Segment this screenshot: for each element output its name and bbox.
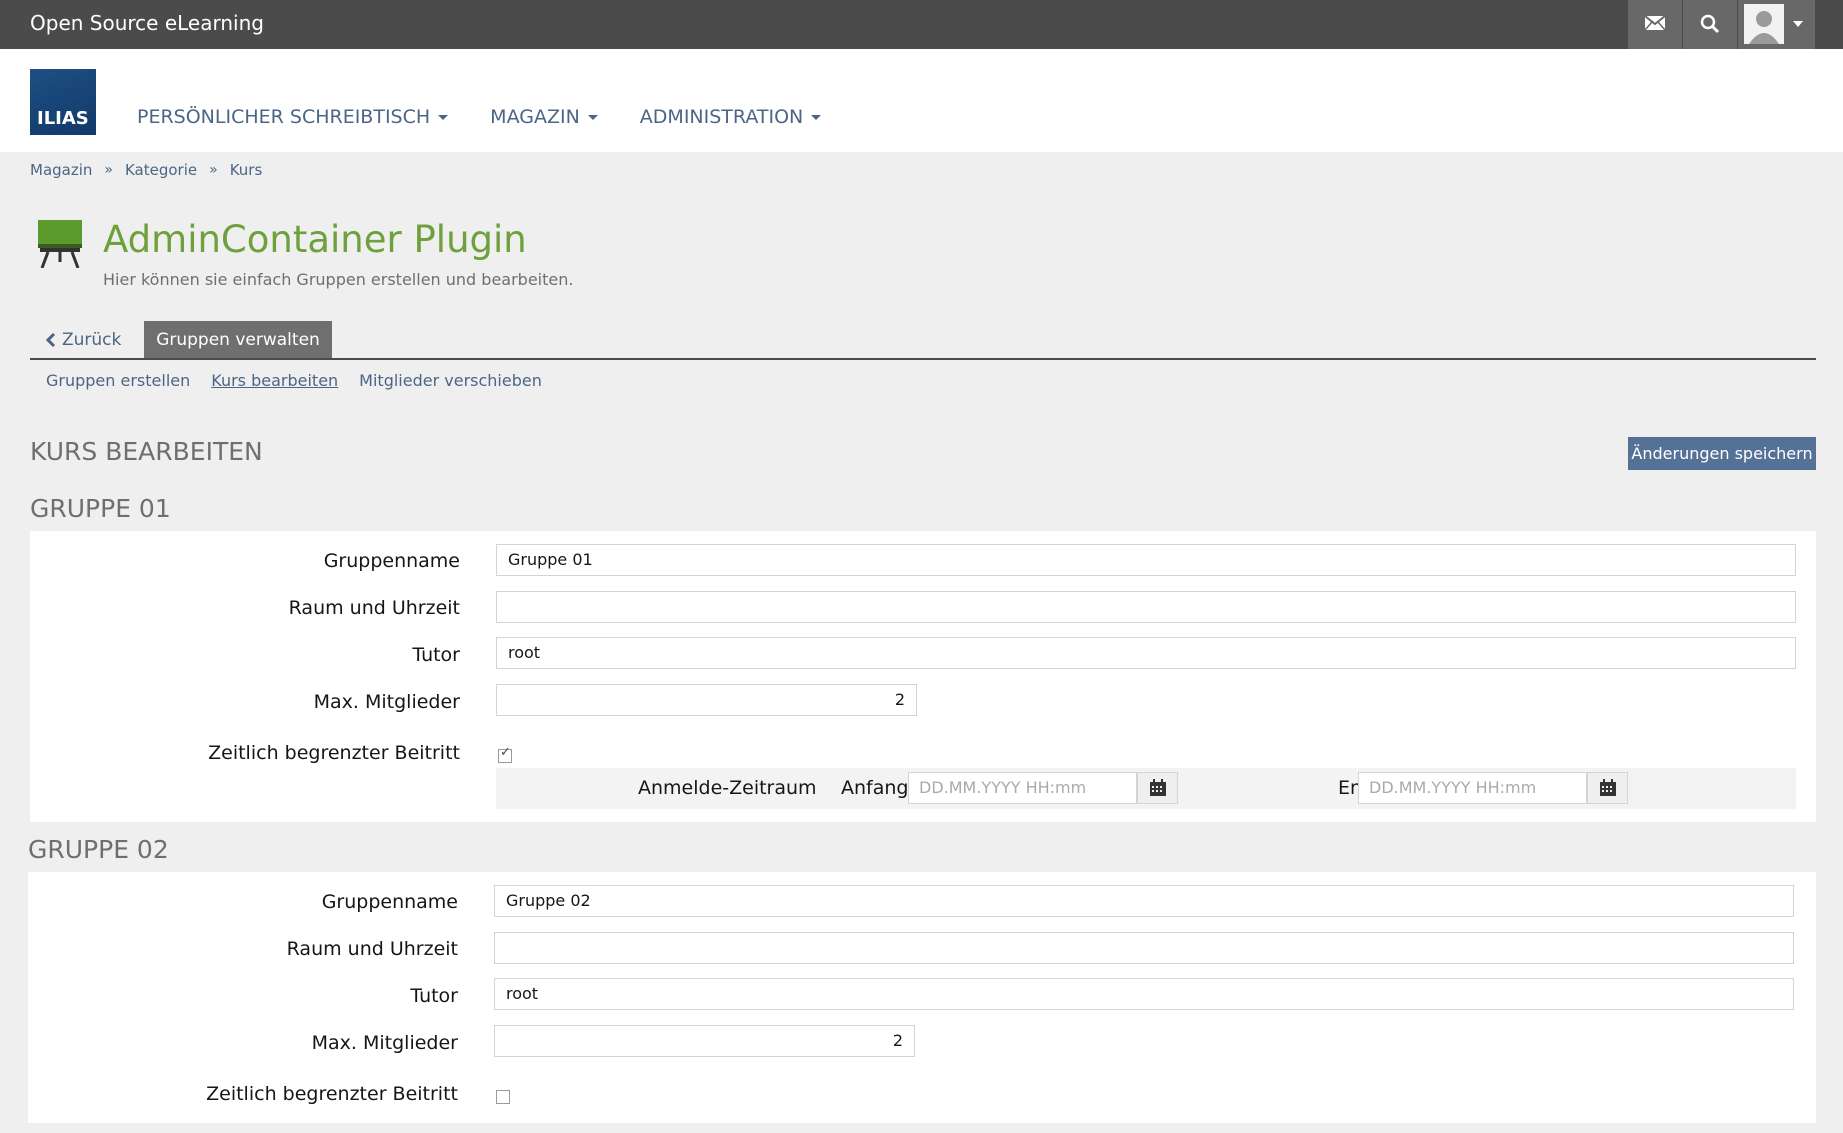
header: ILIAS PERSÖNLICHER SCHREIBTISCH MAGAZIN … <box>0 49 1843 152</box>
tutor-label: Tutor <box>410 985 458 1007</box>
calendar-icon <box>1150 779 1166 796</box>
tutor-input[interactable]: root <box>494 978 1794 1010</box>
ilias-logo[interactable]: ILIAS <box>30 69 96 135</box>
group-panel: Gruppenname Gruppe 01 Raum und Uhrzeit T… <box>30 531 1816 822</box>
top-bar: Open Source eLearning <box>0 0 1843 49</box>
group-heading: GRUPPE 02 <box>28 835 169 864</box>
tab-back-label: Zurück <box>62 330 122 350</box>
groupname-label: Gruppenname <box>321 891 458 913</box>
period-label: Anmelde-Zeitraum <box>638 777 817 799</box>
limited-join-label: Zeitlich begrenzter Beitritt <box>208 742 460 764</box>
caret-down-icon <box>811 114 822 120</box>
breadcrumb-item[interactable]: Magazin <box>30 161 92 179</box>
save-changes-button[interactable]: Änderungen speichern <box>1628 437 1816 470</box>
page-title: AdminContainer Plugin <box>103 218 527 261</box>
groupname-label: Gruppenname <box>323 550 460 572</box>
registration-period: Anmelde-Zeitraum Anfang DD.MM.YYYY HH:mm… <box>496 768 1796 809</box>
breadcrumb-item[interactable]: Kurs <box>230 161 263 179</box>
tabs-divider <box>30 358 1816 360</box>
breadcrumb: Magazin » Kategorie » Kurs <box>30 161 262 179</box>
breadcrumb-separator: » <box>209 162 218 178</box>
search-icon <box>1700 14 1720 34</box>
course-board-icon <box>38 220 82 268</box>
caret-down-icon <box>438 114 449 120</box>
chevron-left-icon <box>46 333 56 347</box>
menu-label: PERSÖNLICHER SCHREIBTISCH <box>137 106 431 128</box>
menu-label: ADMINISTRATION <box>639 106 804 128</box>
mail-icon <box>1644 15 1666 31</box>
limited-join-checkbox[interactable] <box>498 745 512 763</box>
menu-label: MAGAZIN <box>490 106 580 128</box>
start-date-input[interactable]: DD.MM.YYYY HH:mm <box>908 772 1137 804</box>
logo-text: ILIAS <box>37 108 89 129</box>
mail-button[interactable] <box>1628 0 1682 49</box>
page-description: Hier können sie einfach Gruppen erstelle… <box>103 270 574 289</box>
user-menu-button[interactable] <box>1738 0 1815 49</box>
room-input[interactable] <box>496 591 1796 623</box>
menu-administration[interactable]: ADMINISTRATION <box>639 106 822 128</box>
subtab-edit-course[interactable]: Kurs bearbeiten <box>211 371 338 390</box>
main-menu: PERSÖNLICHER SCHREIBTISCH MAGAZIN ADMINI… <box>137 106 822 128</box>
start-label: Anfang <box>841 777 909 799</box>
limited-join-checkbox[interactable] <box>496 1090 510 1104</box>
caret-down-icon <box>587 114 598 120</box>
section-title: KURS BEARBEITEN <box>30 437 263 466</box>
subtabs: Gruppen erstellen Kurs bearbeiten Mitgli… <box>46 371 542 390</box>
room-label: Raum und Uhrzeit <box>288 597 460 619</box>
groupname-input[interactable]: Gruppe 02 <box>494 885 1794 917</box>
groupname-input[interactable]: Gruppe 01 <box>496 544 1796 576</box>
subtab-create-groups[interactable]: Gruppen erstellen <box>46 371 190 390</box>
end-date-input[interactable]: DD.MM.YYYY HH:mm <box>1358 772 1587 804</box>
menu-personal-desktop[interactable]: PERSÖNLICHER SCHREIBTISCH <box>137 106 449 128</box>
start-calendar-button[interactable] <box>1137 772 1178 804</box>
tab-back[interactable]: Zurück <box>46 330 121 350</box>
brand-text: Open Source eLearning <box>30 11 264 35</box>
max-members-label: Max. Mitglieder <box>313 691 460 713</box>
subtab-move-members[interactable]: Mitglieder verschieben <box>359 371 542 390</box>
room-input[interactable] <box>494 932 1794 964</box>
breadcrumb-item[interactable]: Kategorie <box>125 161 197 179</box>
end-calendar-button[interactable] <box>1587 772 1628 804</box>
tutor-input[interactable]: root <box>496 637 1796 669</box>
group-heading: GRUPPE 01 <box>30 494 171 523</box>
menu-repository[interactable]: MAGAZIN <box>490 106 598 128</box>
max-members-input[interactable]: 2 <box>496 684 917 716</box>
search-button[interactable] <box>1683 0 1737 49</box>
max-members-input[interactable]: 2 <box>494 1025 915 1057</box>
group-panel: Gruppenname Gruppe 02 Raum und Uhrzeit T… <box>28 872 1816 1123</box>
breadcrumb-separator: » <box>104 162 113 178</box>
tutor-label: Tutor <box>412 644 460 666</box>
avatar <box>1744 4 1784 44</box>
calendar-icon <box>1600 779 1616 796</box>
max-members-label: Max. Mitglieder <box>311 1032 458 1054</box>
chevron-down-icon <box>1793 21 1803 27</box>
limited-join-label: Zeitlich begrenzter Beitritt <box>206 1083 458 1105</box>
room-label: Raum und Uhrzeit <box>286 938 458 960</box>
tab-manage-groups[interactable]: Gruppen verwalten <box>144 321 332 358</box>
